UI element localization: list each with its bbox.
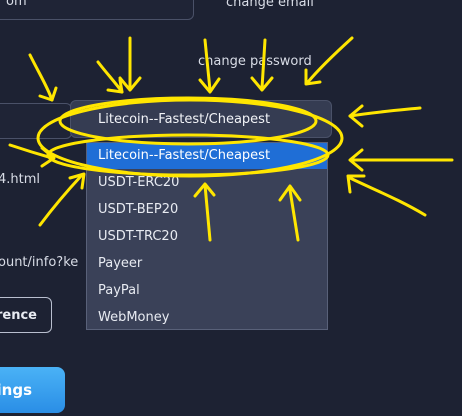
annotation-arrow — [346, 174, 427, 217]
annotation-arrow — [348, 148, 454, 172]
annotation-arrow — [250, 38, 274, 92]
annotation-circle-outer — [36, 98, 344, 178]
annotation-arrow — [96, 60, 124, 94]
annotation-arrow — [304, 36, 354, 86]
annotation-arrow — [8, 143, 56, 168]
annotation-circle-select — [58, 96, 318, 146]
annotation-arrow — [278, 184, 302, 242]
annotation-overlay — [8, 36, 454, 242]
annotation-arrow — [193, 182, 216, 242]
annotation-arrow — [38, 172, 86, 227]
annotation-arrow — [348, 104, 422, 128]
annotation-arrow — [28, 53, 58, 102]
annotation-arrow — [118, 36, 142, 92]
annotation-circle-option — [46, 133, 330, 177]
annotation-arrow — [198, 38, 221, 94]
